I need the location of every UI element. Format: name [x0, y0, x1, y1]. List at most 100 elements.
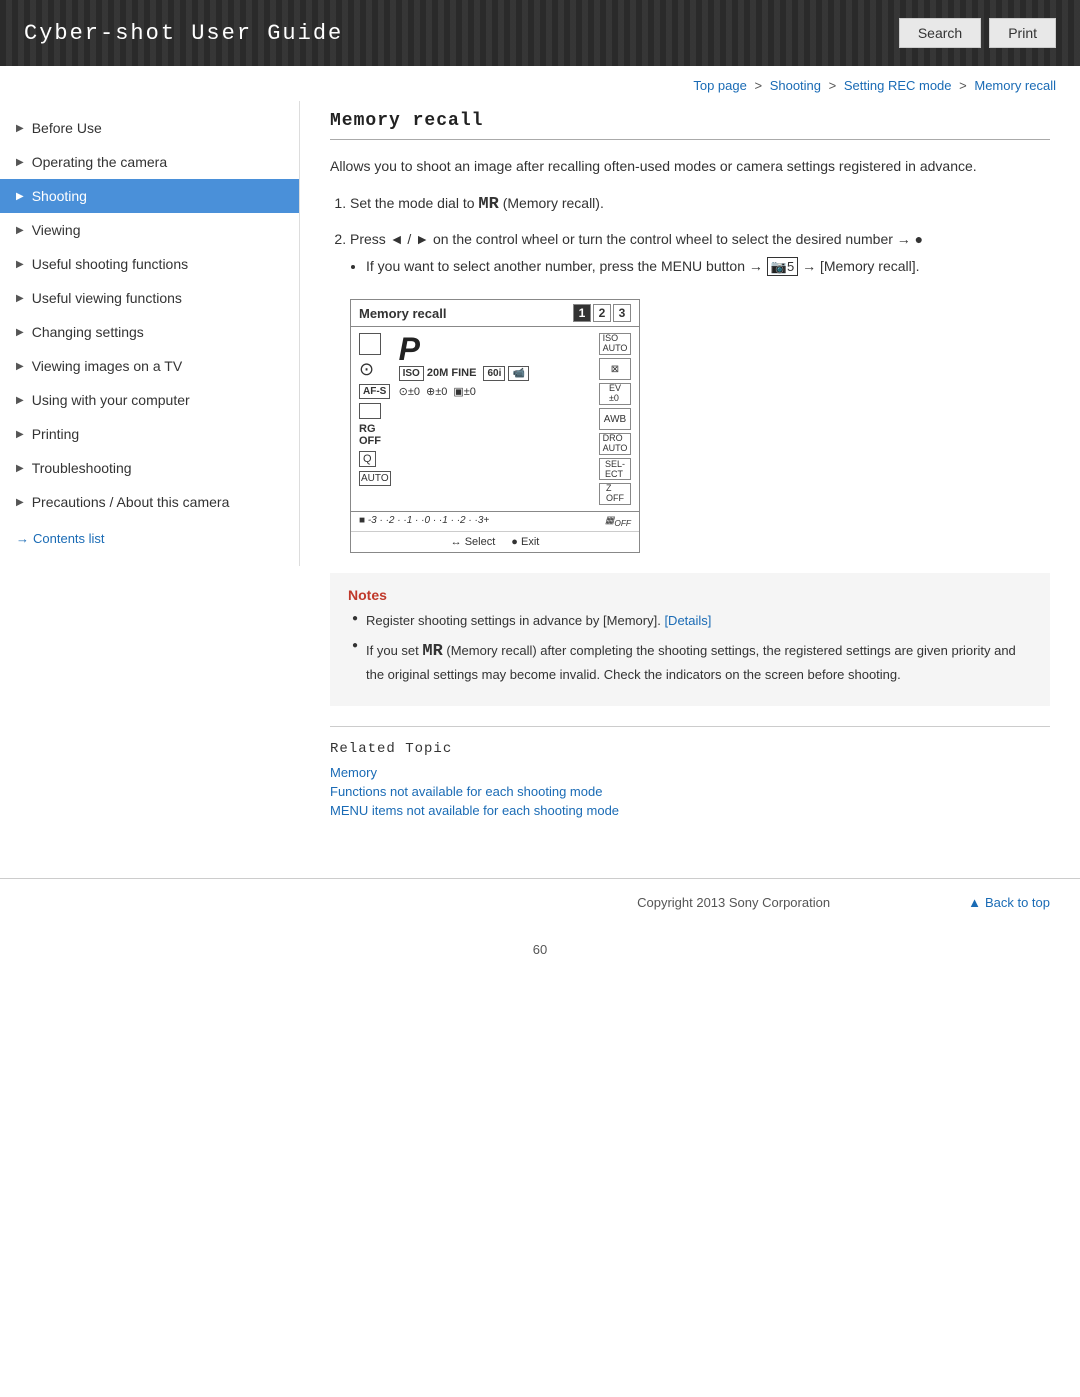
- step-2: Press ◄ / ► on the control wheel or turn…: [350, 228, 1050, 277]
- breadcrumb-shooting[interactable]: Shooting: [770, 78, 821, 93]
- arrow-icon: ▶: [16, 157, 24, 168]
- sidebar-label: Printing: [32, 426, 79, 442]
- print-button[interactable]: Print: [989, 18, 1056, 48]
- mr-mode-letter: P: [399, 333, 595, 365]
- mr-right-icon2: ⊠: [599, 358, 631, 380]
- sidebar-label: Viewing images on a TV: [32, 358, 182, 374]
- rg-off-label: RGOFF: [359, 423, 381, 447]
- related-title: Related Topic: [330, 741, 1050, 757]
- mr-off-icon: RGOFF: [359, 423, 391, 447]
- scale-off: ▦OFF: [605, 515, 631, 528]
- sidebar-item-useful-shooting[interactable]: ▶ Useful shooting functions: [0, 247, 299, 281]
- sidebar-item-viewing[interactable]: ▶ Viewing: [0, 213, 299, 247]
- sidebar-label: Operating the camera: [32, 154, 167, 170]
- sidebar-item-useful-viewing[interactable]: ▶ Useful viewing functions: [0, 281, 299, 315]
- sidebar-label: Viewing: [32, 222, 81, 238]
- sidebar-item-viewing-tv[interactable]: ▶ Viewing images on a TV: [0, 349, 299, 383]
- mr-right-off: ZOFF: [599, 483, 631, 505]
- header-buttons: Search Print: [899, 18, 1056, 48]
- contents-list-label: Contents list: [33, 531, 105, 546]
- mr-icon-circle: ⊙: [359, 359, 391, 380]
- camera-icon: 📷5: [767, 257, 798, 276]
- sidebar-label: Using with your computer: [32, 392, 190, 408]
- mr-label-step1: MR: [478, 195, 498, 214]
- hd-badge: 📹: [508, 366, 528, 381]
- mr-right-awb: AWB: [599, 408, 631, 430]
- mr-box-center: P ISO 20M FINE 60i 📹 ⊙±0 ⊕±0 ▣±0: [399, 333, 595, 505]
- details-link[interactable]: [Details]: [664, 613, 711, 628]
- mr-box-header: Memory recall 1 2 3: [351, 300, 639, 327]
- mr-tab-2[interactable]: 2: [593, 304, 611, 322]
- mr-tab-1[interactable]: 1: [573, 304, 591, 322]
- breadcrumb-setting-rec[interactable]: Setting REC mode: [844, 78, 952, 93]
- arrow-icon: ▶: [16, 395, 24, 406]
- sidebar-item-before-use[interactable]: ▶ Before Use: [0, 111, 299, 145]
- mr-right-select: SEL-ECT: [599, 458, 631, 480]
- mr-box-right: ISOAUTO ⊠ EV±0 AWB DROAUTO SEL-ECT ZOFF: [599, 333, 631, 505]
- mr-auto-icon: AUTO: [359, 471, 391, 486]
- mr-label-note: MR: [422, 642, 442, 661]
- triangle-up-icon: ▲: [968, 895, 981, 910]
- breadcrumb-top[interactable]: Top page: [693, 78, 747, 93]
- related-link-menu-items[interactable]: MENU items not available for each shooti…: [330, 803, 1050, 818]
- mr-right-iso: ISOAUTO: [599, 333, 631, 355]
- notes-title: Notes: [348, 587, 1032, 603]
- arrow-left-label: ◄: [390, 231, 404, 247]
- arrow-icon: ▶: [16, 293, 24, 304]
- arrow-icon: ▶: [16, 225, 24, 236]
- contents-list-link[interactable]: → Contents list: [0, 519, 299, 546]
- sidebar-item-operating-camera[interactable]: ▶ Operating the camera: [0, 145, 299, 179]
- frame-rate-badge: 60i: [483, 366, 505, 381]
- note-item-1: Register shooting settings in advance by…: [352, 611, 1032, 632]
- exit-control: ● Exit: [511, 536, 539, 548]
- sidebar-item-troubleshooting[interactable]: ▶ Troubleshooting: [0, 451, 299, 485]
- mr-tab-3[interactable]: 3: [613, 304, 631, 322]
- sidebar-label: Troubleshooting: [32, 460, 132, 476]
- steps-section: Set the mode dial to MR (Memory recall).…: [330, 191, 1050, 277]
- q-badge: Q: [359, 451, 376, 467]
- search-button[interactable]: Search: [899, 18, 981, 48]
- page-number: 60: [0, 926, 1080, 965]
- content-description: Allows you to shoot an image after recal…: [330, 156, 1050, 177]
- sidebar-item-printing[interactable]: ▶ Printing: [0, 417, 299, 451]
- scale-label: ■ -3 · ·2 · ·1 · ·0 · ·1 · ·2 · ·3+: [359, 515, 489, 528]
- sidebar-label: Before Use: [32, 120, 102, 136]
- mr-quality-row: ISO 20M FINE 60i 📹: [399, 367, 595, 379]
- memory-recall-box: Memory recall 1 2 3 ⊙ AF-S: [350, 299, 640, 553]
- related-links: Memory Functions not available for each …: [330, 765, 1050, 818]
- notes-box: Notes Register shooting settings in adva…: [330, 573, 1050, 706]
- mr-tabs: 1 2 3: [573, 304, 631, 322]
- sidebar-item-using-computer[interactable]: ▶ Using with your computer: [0, 383, 299, 417]
- sidebar-label: Precautions / About this camera: [32, 494, 230, 510]
- app-title: Cyber-shot User Guide: [24, 21, 343, 46]
- arrow-icon: ▶: [16, 191, 24, 202]
- arrow-icon: ▶: [16, 463, 24, 474]
- arrow-icon: ▶: [16, 429, 24, 440]
- sidebar-item-shooting[interactable]: ▶ Shooting: [0, 179, 299, 213]
- back-to-top-link[interactable]: ▲ Back to top: [968, 895, 1050, 910]
- copyright: Copyright 2013 Sony Corporation: [499, 895, 968, 910]
- related-link-functions[interactable]: Functions not available for each shootin…: [330, 784, 1050, 799]
- notes-list: Register shooting settings in advance by…: [352, 611, 1032, 686]
- related-link-memory[interactable]: Memory: [330, 765, 1050, 780]
- mr-icon-rect: [359, 403, 391, 419]
- sidebar-label: Useful shooting functions: [32, 256, 188, 272]
- breadcrumb-memory-recall[interactable]: Memory recall: [974, 78, 1056, 93]
- page-title: Memory recall: [330, 111, 1050, 140]
- arrow-icon: ▶: [16, 327, 24, 338]
- sub-bullet-1: If you want to select another number, pr…: [366, 255, 1050, 278]
- adj-1: ⊙±0: [399, 385, 420, 398]
- sidebar-label: Useful viewing functions: [32, 290, 182, 306]
- sidebar-item-changing-settings[interactable]: ▶ Changing settings: [0, 315, 299, 349]
- mr-box-body: ⊙ AF-S RGOFF Q AUTO: [351, 327, 639, 511]
- arrow-right-label: ►: [415, 231, 429, 247]
- back-to-top-label: Back to top: [985, 895, 1050, 910]
- mr-icon-square: [359, 333, 391, 355]
- sidebar-item-precautions[interactable]: ▶ Precautions / About this camera: [0, 485, 299, 519]
- mr-adjustment-row: ⊙±0 ⊕±0 ▣±0: [399, 385, 595, 398]
- iso-badge: ISO: [399, 366, 424, 381]
- adj-2: ⊕±0: [426, 385, 447, 398]
- arrow-right-icon: →: [16, 531, 29, 546]
- mr-right-ev: EV±0: [599, 383, 631, 405]
- breadcrumb: Top page > Shooting > Setting REC mode >…: [0, 66, 1080, 101]
